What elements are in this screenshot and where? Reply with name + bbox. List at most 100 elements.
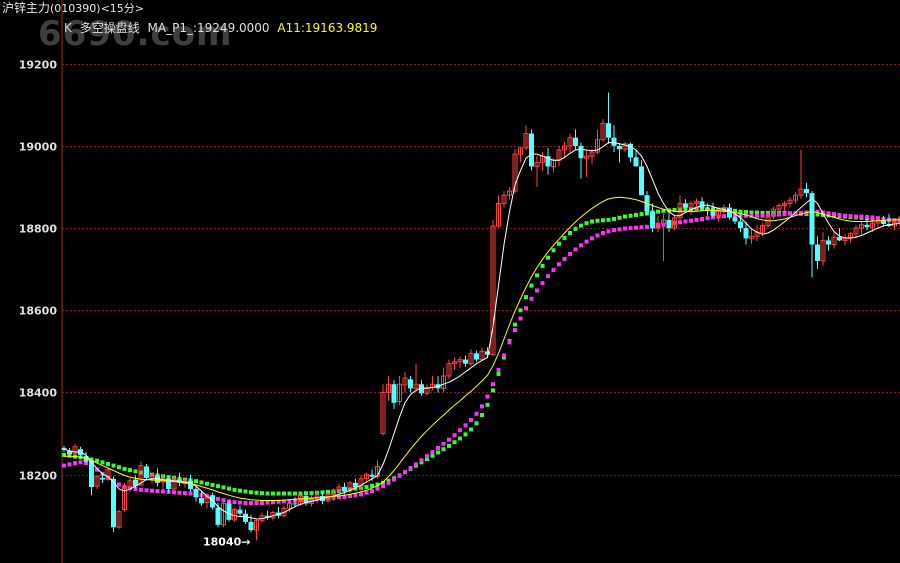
candle [463,355,468,367]
candle [386,376,391,401]
green-dot [463,432,468,437]
y-tick-label: 19200 [19,59,58,72]
magenta-dot [634,225,638,230]
magenta-dot [496,367,501,372]
candle [749,228,754,244]
green-dot [491,388,495,393]
candle-body [732,217,738,222]
candle [424,384,430,396]
candle [474,350,479,362]
candle [650,203,655,233]
candle-body [111,478,116,528]
candle [122,482,127,512]
candle [782,200,787,211]
magenta-dot [859,214,864,219]
green-dot [546,255,550,260]
green-dot [606,217,611,222]
magenta-dot [705,216,710,221]
candle-body [408,379,413,389]
magenta-dot [546,274,550,279]
green-dot [364,484,369,489]
magenta-dot [265,500,270,505]
green-dot [744,210,748,215]
green-dot [573,226,578,231]
candle [600,119,606,142]
magenta-dot [414,462,418,467]
magenta-dot [689,218,693,223]
price-chart[interactable]: 18200 18400 18600 18800 19000 19200 18040→ [0,0,900,563]
magenta-dot [595,233,600,238]
magenta-dot [216,496,220,501]
magenta-dot [474,411,479,416]
candle [661,213,666,261]
magenta-dot [469,417,473,422]
green-dot [117,465,121,470]
candle [639,160,644,196]
candle [540,152,545,171]
magenta-dot [848,214,853,219]
candle-body [463,359,468,364]
magenta-dot [540,281,545,286]
green-dot [293,491,297,496]
green-dot [595,218,600,223]
magenta-dot [386,480,391,485]
candle [265,510,270,520]
candle [413,363,419,392]
candle-body [215,507,221,525]
green-dot [430,453,435,458]
green-dot [458,436,462,441]
magenta-dot [606,229,611,234]
green-dot [590,219,594,224]
candle [826,236,831,251]
green-dot [254,490,259,495]
magenta-dot [760,213,765,218]
magenta-dot [826,211,831,216]
magenta-dot [177,490,182,495]
candle [430,376,435,391]
candle [496,195,501,229]
magenta-dot [535,288,539,293]
candle-body [193,489,199,498]
candle [259,512,265,523]
green-dot [441,447,446,452]
candles [61,92,900,541]
candle [210,492,215,510]
candle-body [738,221,743,229]
magenta-dot [73,461,77,466]
candle [441,367,446,392]
candle [529,129,534,171]
magenta-dot [183,491,187,496]
green-dot [287,491,292,496]
green-dot [447,443,451,448]
magenta-dot [639,225,644,230]
green-dot [529,283,534,288]
candle [221,500,226,528]
magenta-dot [359,492,363,497]
candle [468,349,474,367]
magenta-dot [144,488,149,493]
magenta-dot [628,226,633,231]
green-dot [656,209,660,214]
y-axis: 18200 18400 18600 18800 19000 19200 [19,59,58,483]
magenta-dot [403,470,407,475]
magenta-dot [700,217,704,222]
magenta-dot [430,450,435,455]
candle [611,125,617,153]
magenta-dot [579,243,583,248]
magenta-dot [518,316,523,321]
magenta-dot [78,460,83,465]
magenta-dot [458,428,462,433]
green-dot [579,223,583,228]
candle [545,147,551,175]
candle-body [529,133,534,167]
green-dot [540,263,545,268]
candle-body [617,145,622,150]
candle-body [369,474,375,477]
green-dot [221,485,226,490]
green-dot [496,371,501,376]
candle [380,384,386,436]
candle-body [353,482,358,487]
candle [276,506,281,519]
candle [831,232,837,249]
magenta-dot [502,353,506,358]
